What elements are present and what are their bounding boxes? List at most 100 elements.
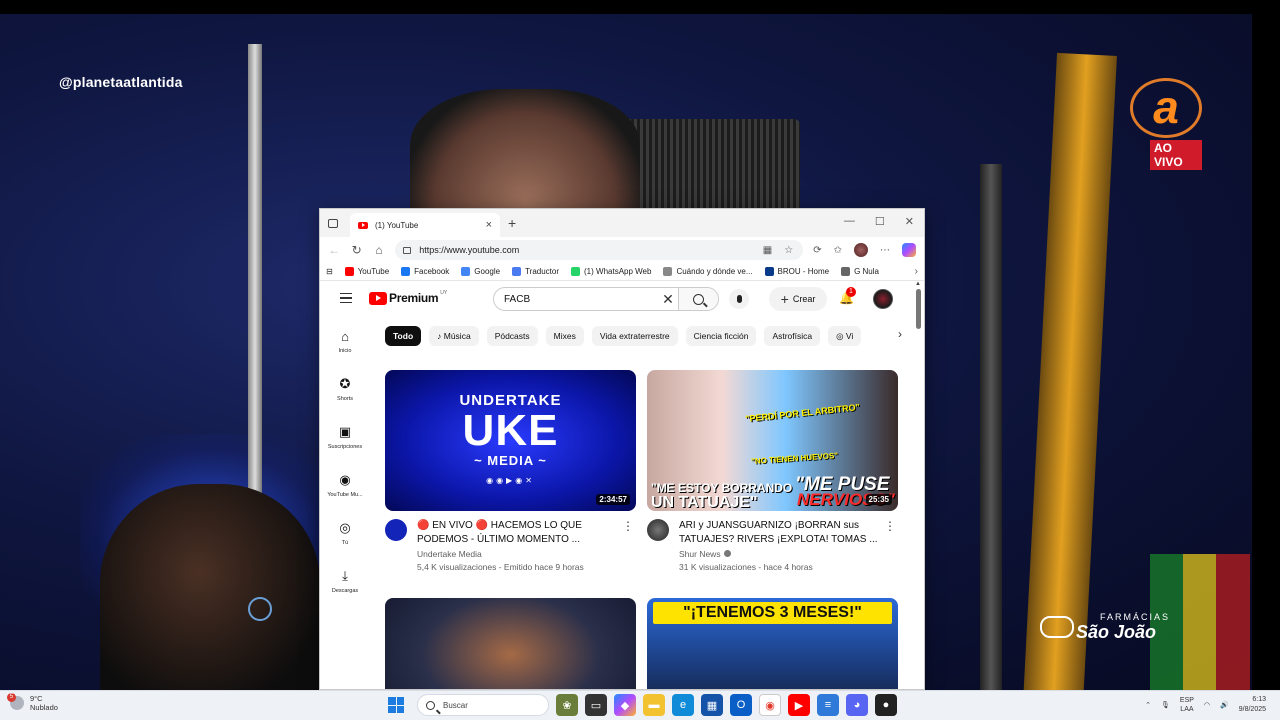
minimize-button[interactable]: — [844,215,855,228]
wifi-icon[interactable]: ◠ [1204,701,1210,709]
nav-label: Tú [341,540,349,546]
channel-name[interactable]: Undertake Media [417,549,617,559]
weather-widget[interactable]: 5 9°C Nublado [7,693,58,712]
profile-avatar[interactable] [854,243,868,257]
video-card[interactable]: "PERDÍ POR EL ARBITRO" "NO TIENEN HUEVOS… [647,370,898,572]
bookmark-cu-ndo-y-d-nde-ve[interactable]: Cuándo y dónde ve... [663,267,753,276]
bookmark-traductor[interactable]: Traductor [512,267,559,276]
taskbar-search[interactable]: Buscar [417,694,549,716]
scroll-up-arrow[interactable]: ▲ [915,281,921,287]
bookmark-facebook[interactable]: Facebook [401,267,449,276]
channel-avatar[interactable] [385,519,407,541]
video-title[interactable]: 🔴 EN VIVO 🔴 HACEMOS LO QUE PODEMOS - ÚLT… [417,519,617,547]
refresh-button[interactable]: ↻ [350,243,362,257]
chip-videos[interactable]: ◎ Vi [828,326,862,346]
task-view-icon[interactable]: ▭ [585,694,607,716]
menu-icon[interactable] [340,293,352,303]
channel-name[interactable]: Shur News [679,549,879,559]
extensions-icon[interactable]: ⟳ [813,245,821,256]
chip-musica[interactable]: ♪ Música [429,326,479,346]
maximize-button[interactable]: ☐ [875,215,885,228]
tray-overflow-icon[interactable]: ⌃ [1145,701,1151,709]
search-button[interactable] [678,288,718,310]
bookmark-google[interactable]: Google [461,267,500,276]
youtube-app-icon[interactable]: ▶ [788,694,810,716]
outlook-icon[interactable]: O [730,694,752,716]
volume-icon[interactable]: 🔊 [1220,701,1229,709]
chip-todo[interactable]: Todo [385,326,422,346]
bookmark-favicon-icon [571,267,581,276]
chip-mixes[interactable]: Mixes [545,326,584,346]
widget-app-icon[interactable]: ❀ [556,694,578,716]
media-app-icon[interactable]: ● [875,694,897,716]
search-input[interactable]: FACB [494,294,658,305]
bookmark-g-nula[interactable]: G Nula [841,267,879,276]
nav-item-inicio[interactable]: ⌂ Inicio [320,317,370,365]
new-tab-button[interactable]: + [508,215,516,231]
chrome-icon[interactable]: ◉ [759,694,781,716]
youtube-header: Premium UY FACB ✕ + Crear 🔔 1 [320,281,924,317]
favorites-icon[interactable]: ✩ [834,245,842,256]
microphone-tray-icon[interactable]: 🎙 [1161,701,1170,709]
video-thumbnail[interactable]: "PERDÍ POR EL ARBITRO" "NO TIENEN HUEVOS… [647,370,898,511]
nav-item-descargas[interactable]: ⤓ Descargas [320,557,370,605]
social-icons: ◉◉▶◉✕ [486,476,535,485]
video-card[interactable]: "¡TENEMOS 3 MESES!" [647,598,898,689]
bookmark-youtube[interactable]: YouTube [344,267,389,276]
more-actions-icon[interactable]: ⋮ [622,519,634,533]
more-actions-icon[interactable]: ⋮ [884,519,896,533]
copilot-icon[interactable] [902,243,916,257]
language-indicator[interactable]: ESP LAA [1180,696,1194,714]
url-field[interactable]: https://www.youtube.com ▦ ☆ [395,240,804,260]
apps-icon[interactable]: ▦ [763,245,772,256]
nav-item-youtube-music[interactable]: ◉ YouTube Mu... [320,461,370,509]
more-menu-icon[interactable]: ⋯ [880,245,890,256]
copilot-app-icon[interactable]: ◆ [614,694,636,716]
video-thumbnail[interactable]: "¡TENEMOS 3 MESES!" [647,598,898,689]
nav-item-suscripciones[interactable]: ▣ Suscripciones [320,413,370,461]
nav-item-tu[interactable]: ◎ Tú [320,509,370,557]
youtube-logo[interactable]: Premium UY [369,290,447,305]
channel-avatar[interactable] [647,519,669,541]
favorite-star-icon[interactable]: ☆ [784,245,793,256]
tab-youtube[interactable]: (1) YouTube × [350,213,500,237]
bookmark-favicon-icon [512,267,522,276]
chevron-right-icon[interactable]: › [898,327,902,341]
bookmark-label: Google [474,267,501,276]
bookmark-label: (1) WhatsApp Web [584,267,652,276]
notification-count: 1 [846,287,856,297]
toolbar-right: ⟳ ✩ ⋯ [813,243,916,257]
clear-search-icon[interactable]: ✕ [658,291,678,308]
back-button[interactable]: ← [328,243,340,257]
video-thumbnail[interactable] [385,598,636,689]
video-title[interactable]: ARI y JUANSGUARNIZO ¡BORRAN sus TATUAJES… [679,519,879,547]
chip-vida-extraterrestre[interactable]: Vida extraterrestre [591,326,678,346]
chip-ciencia-ficcion[interactable]: Ciencia ficción [685,326,757,346]
discord-icon[interactable]: ◕ [846,694,868,716]
file-explorer-icon[interactable]: ▬ [643,694,665,716]
bookmarks-more-icon[interactable]: › [915,266,918,277]
scrollbar-thumb[interactable] [916,289,921,329]
close-window-button[interactable]: ✕ [905,215,914,228]
bookmark-brou-home[interactable]: BROU - Home [764,267,829,276]
notepad-icon[interactable]: ≡ [817,694,839,716]
video-duration: 25:35 [865,494,892,505]
video-card[interactable]: UNDERTAKE UKE ~ MEDIA ~ ◉◉▶◉✕ 2:34:57 🔴 … [385,370,636,572]
home-button[interactable]: ⌂ [373,243,385,257]
bookmark-1-whatsapp-web[interactable]: (1) WhatsApp Web [571,267,651,276]
bookmarks-toggle-icon[interactable]: ⊟ [326,267,333,276]
close-tab-icon[interactable]: × [486,219,492,231]
sidebar-toggle-icon[interactable] [328,218,338,228]
start-button[interactable] [388,697,404,713]
chip-podcasts[interactable]: Pódcasts [486,326,538,346]
video-thumbnail[interactable]: UNDERTAKE UKE ~ MEDIA ~ ◉◉▶◉✕ 2:34:57 [385,370,636,511]
clock[interactable]: 6:13 9/8/2025 [1239,695,1266,715]
voice-search-button[interactable] [729,289,749,309]
account-avatar[interactable] [873,289,893,309]
store-icon[interactable]: ▦ [701,694,723,716]
create-button[interactable]: + Crear [769,287,827,311]
nav-item-shorts[interactable]: ✪ Shorts [320,365,370,413]
chip-astrofisica[interactable]: Astrofísica [764,326,821,346]
edge-icon[interactable]: e [672,694,694,716]
video-card[interactable] [385,598,636,689]
